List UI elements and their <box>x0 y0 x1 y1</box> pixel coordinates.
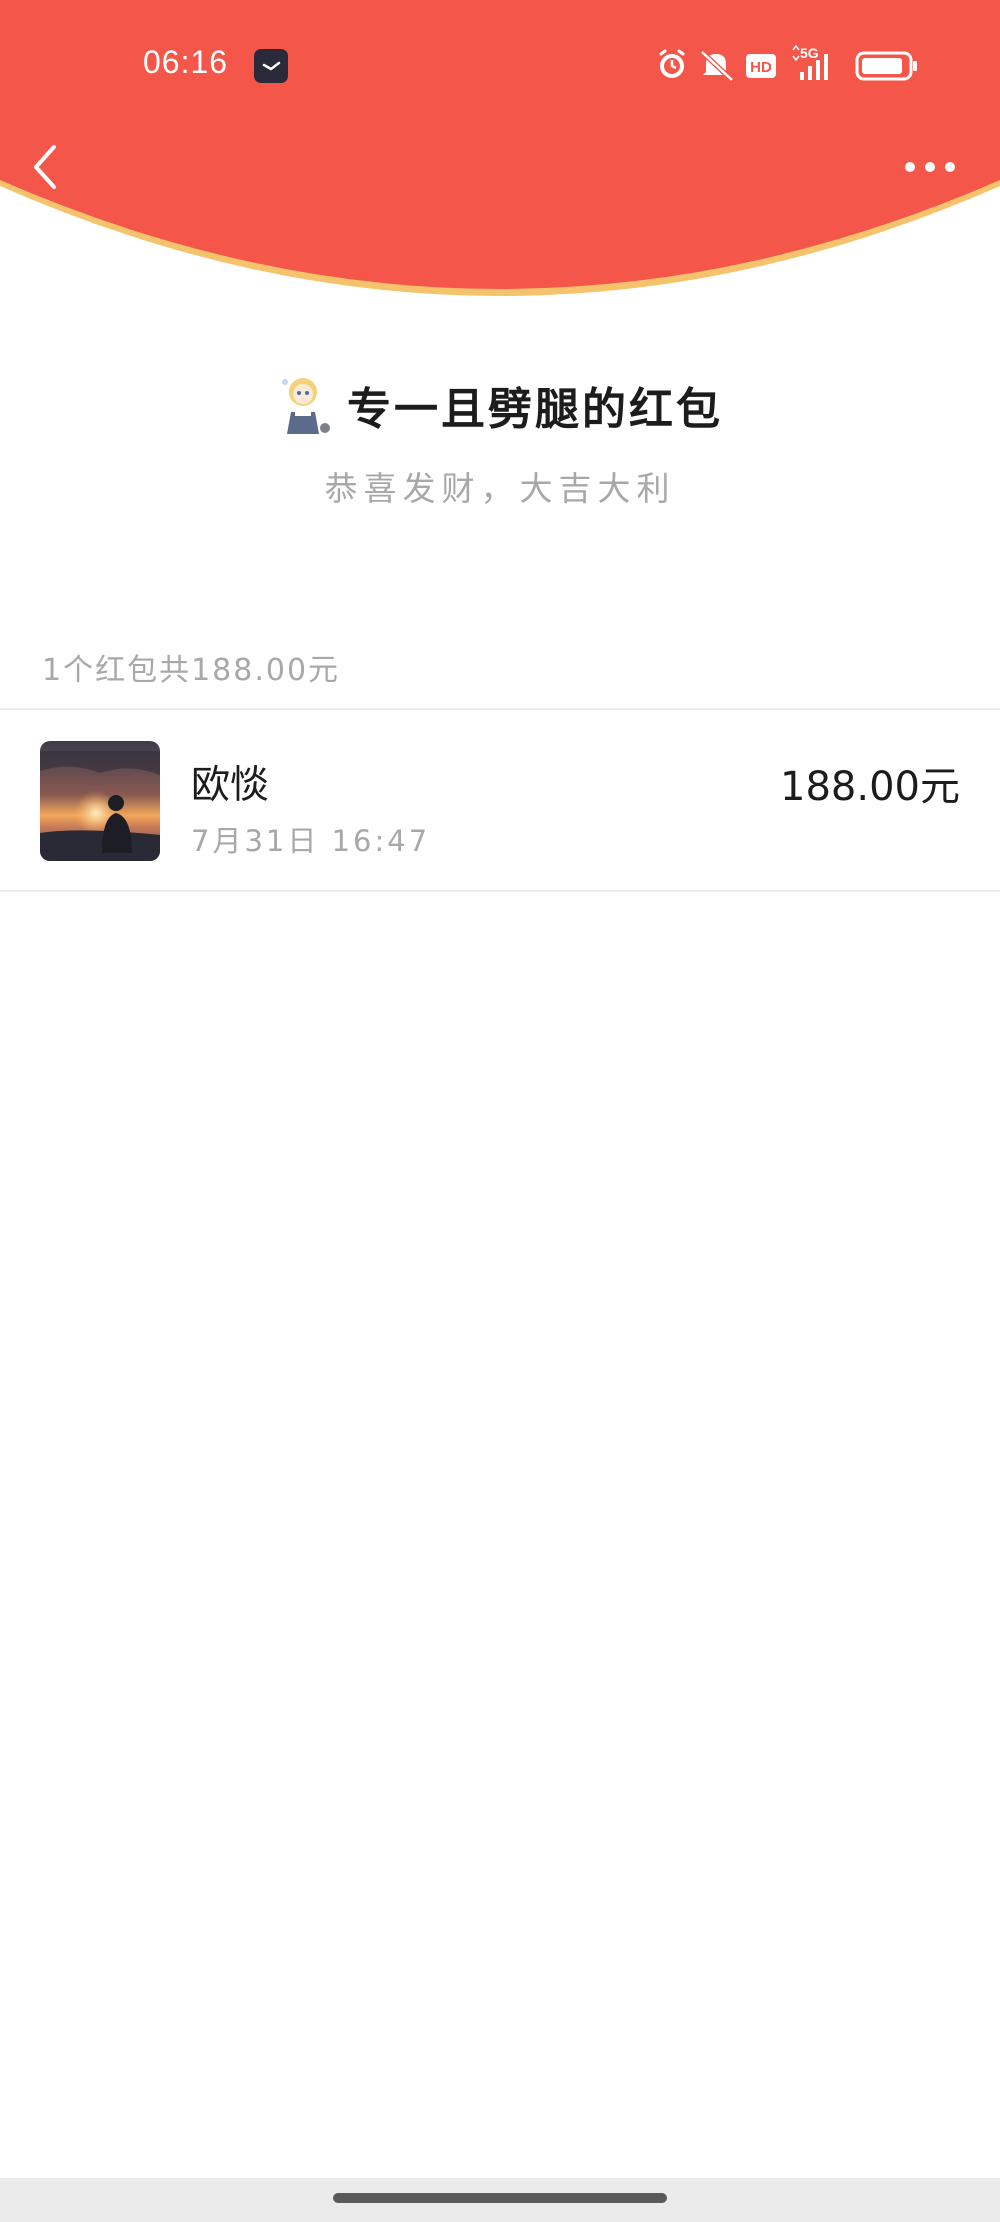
greeting-text: 恭喜发财，大吉大利 <box>324 469 676 508</box>
record-amount: 188.00元 <box>780 764 960 810</box>
record-name: 欧惔 <box>191 763 270 808</box>
network-label: 5G <box>800 45 819 61</box>
hd-label: HD <box>750 59 772 76</box>
sender-row: 专一且劈腿的红包 <box>0 372 1000 452</box>
gesture-area <box>0 2178 1000 2222</box>
summary-text: 1个红包共188.00元 <box>42 653 341 688</box>
battery-icon <box>855 51 917 81</box>
status-time: 06:16 <box>143 44 229 80</box>
chevron-left-icon <box>34 145 56 189</box>
more-options-button[interactable] <box>898 150 962 184</box>
5g-signal-icon: 5G <box>792 44 828 80</box>
red-packet-detail-page: 06:16 HD 5G 专一且劈腿的红包 恭喜发财，大吉大利 1个红包共188.… <box>0 0 1000 2222</box>
mute-bell-icon <box>700 50 734 82</box>
record-time: 7月31日 16:47 <box>191 824 431 858</box>
clock-app-icon <box>254 49 288 83</box>
home-indicator[interactable] <box>333 2193 667 2203</box>
back-button[interactable] <box>22 135 72 199</box>
list-item[interactable]: 欧惔 7月31日 16:47 188.00元 <box>0 710 1000 890</box>
status-indicators: HD 5G <box>650 44 926 84</box>
more-dots-icon <box>905 162 955 172</box>
alarm-icon <box>659 49 685 78</box>
divider <box>0 890 1000 892</box>
sender-title: 专一且劈腿的红包 <box>347 384 723 435</box>
hd-icon: HD <box>746 54 776 78</box>
sender-avatar[interactable] <box>277 372 333 438</box>
avatar[interactable] <box>40 741 160 861</box>
